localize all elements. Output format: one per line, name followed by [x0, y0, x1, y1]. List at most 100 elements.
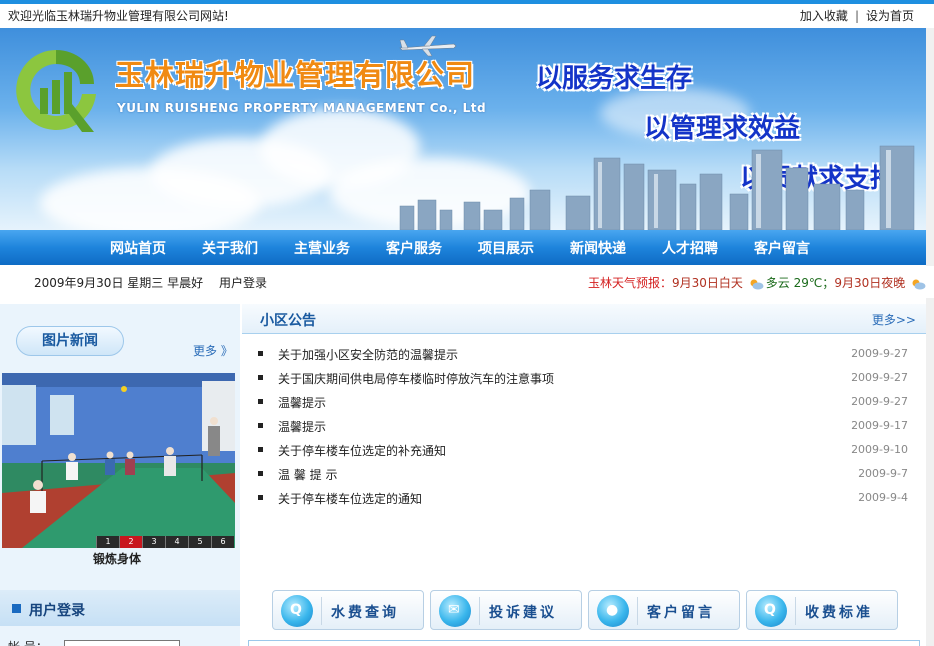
- city-skyline: [399, 145, 915, 230]
- water-bill-query-button[interactable]: Q 水费查询: [272, 590, 424, 630]
- weather-day: 9月30日白天: [672, 276, 743, 290]
- photo-pager: 1 2 3 4 5 6: [96, 536, 234, 548]
- top-bar: 欢迎光临玉林瑞升物业管理有限公司网站! 加入收藏 | 设为首页: [0, 4, 934, 26]
- square-bullet-icon: [12, 604, 21, 613]
- list-item[interactable]: 温馨提示 2009-9-27: [258, 392, 908, 412]
- notice-item-date: 2009-9-27: [851, 395, 908, 408]
- weather-label: 玉林天气预报：: [588, 276, 673, 290]
- nav-item-service[interactable]: 客户服务: [386, 238, 442, 258]
- weather-day-condition: 多云 29℃；: [765, 276, 835, 290]
- notice-item-date: 2009-9-10: [851, 443, 908, 456]
- notice-item-title[interactable]: 温馨提示: [278, 394, 326, 411]
- bullet-icon: [258, 495, 263, 500]
- bullet-icon: [258, 399, 263, 404]
- photo-caption[interactable]: 锻炼身体: [0, 550, 234, 567]
- header-banner: 玉林瑞升物业管理有限公司 YULIN RUISHENG PROPERTY MAN…: [0, 28, 926, 230]
- company-logo-icon: [16, 50, 97, 132]
- welcome-text: 欢迎光临玉林瑞升物业管理有限公司网站!: [8, 9, 229, 23]
- list-item[interactable]: 关于国庆期间供电局停车楼临时停放汽车的注意事项 2009-9-27: [258, 368, 908, 388]
- cloud: [40, 168, 260, 230]
- login-section-header: 用户登录: [0, 590, 240, 626]
- photo-page-1[interactable]: 1: [96, 536, 119, 548]
- notice-item-title[interactable]: 关于加强小区安全防范的温馨提示: [278, 346, 458, 363]
- bullet-icon: [258, 375, 263, 380]
- button-label: 水费查询: [331, 605, 399, 621]
- photo-page-6[interactable]: 6: [211, 536, 234, 548]
- bullet-icon: [258, 447, 263, 452]
- nav-item-guestbook[interactable]: 客户留言: [754, 238, 810, 258]
- notice-item-title[interactable]: 关于停车楼车位选定的通知: [278, 490, 422, 507]
- top-links: 加入收藏 | 设为首页: [800, 7, 914, 24]
- account-input[interactable]: [64, 640, 180, 646]
- nav-item-home[interactable]: 网站首页: [110, 238, 166, 258]
- notice-item-title[interactable]: 关于国庆期间供电局停车楼临时停放汽车的注意事项: [278, 370, 554, 387]
- photo-page-5[interactable]: 5: [188, 536, 211, 548]
- list-item[interactable]: 温 馨 提 示 2009-9-7: [258, 464, 908, 484]
- company-name-cn: 玉林瑞升物业管理有限公司: [115, 58, 476, 92]
- notice-header: 小区公告 更多>>: [242, 304, 926, 334]
- picture-news-photo[interactable]: [2, 373, 235, 548]
- notice-item-date: 2009-9-17: [851, 419, 908, 432]
- nav-item-business[interactable]: 主营业务: [294, 238, 350, 258]
- list-item[interactable]: 关于加强小区安全防范的温馨提示 2009-9-27: [258, 344, 908, 364]
- nav-item-jobs[interactable]: 人才招聘: [662, 238, 718, 258]
- weather-ticker: 玉林天气预报：9月30日白天 多云 29℃；9月30日夜晚: [588, 274, 928, 291]
- nav-item-about[interactable]: 关于我们: [202, 238, 258, 258]
- picture-news-more-link[interactable]: 更多 》: [193, 342, 233, 359]
- add-bookmark-link[interactable]: 加入收藏: [800, 9, 848, 23]
- fee-standard-icon: Q: [755, 595, 787, 627]
- notice-more-link[interactable]: 更多>>: [872, 311, 916, 328]
- list-item[interactable]: 关于停车楼车位选定的补充通知 2009-9-10: [258, 440, 908, 460]
- list-item[interactable]: 关于停车楼车位选定的通知 2009-9-4: [258, 488, 908, 508]
- next-section-border: [248, 640, 920, 646]
- link-separator: |: [854, 9, 859, 23]
- account-label: 帐 号：: [8, 638, 48, 646]
- user-login-link[interactable]: 用户登录: [219, 274, 267, 291]
- main-nav: 网站首页 关于我们 主营业务 客户服务 项目展示 新闻快递 人才招聘 客户留言: [0, 230, 926, 265]
- list-item[interactable]: 温馨提示 2009-9-17: [258, 416, 908, 436]
- complaint-mail-icon: ✉: [439, 595, 471, 627]
- left-sidebar: 图片新闻 更多 》 1 2 3 4 5 6 锻炼身体 用户登录: [0, 304, 240, 646]
- notice-item-date: 2009-9-4: [858, 491, 908, 504]
- customer-message-button[interactable]: ● 客户留言: [588, 590, 740, 630]
- gym-badminton-photo: [2, 373, 235, 548]
- customer-message-icon: ●: [597, 595, 629, 627]
- notice-item-date: 2009-9-27: [851, 371, 908, 384]
- button-divider: [321, 597, 322, 625]
- button-divider: [637, 597, 638, 625]
- button-label: 收费标准: [805, 605, 873, 621]
- company-name-en: YULIN RUISHENG PROPERTY MANAGEMENT Co., …: [117, 101, 487, 115]
- notice-item-date: 2009-9-7: [858, 467, 908, 480]
- info-bar: 2009年9月30日 星期三 早晨好 用户登录 玉林天气预报：9月30日白天 多…: [0, 266, 934, 298]
- photo-page-2[interactable]: 2: [119, 536, 142, 548]
- button-divider: [795, 597, 796, 625]
- nav-item-news[interactable]: 新闻快递: [570, 238, 626, 258]
- photo-page-4[interactable]: 4: [165, 536, 188, 548]
- bullet-icon: [258, 423, 263, 428]
- notice-item-title[interactable]: 温 馨 提 示: [278, 466, 337, 483]
- bullet-icon: [258, 351, 263, 356]
- picture-news-tab[interactable]: 图片新闻: [16, 326, 124, 356]
- nav-item-projects[interactable]: 项目展示: [478, 238, 534, 258]
- partly-cloudy-icon: [750, 279, 764, 289]
- notice-title: 小区公告: [260, 313, 316, 329]
- partly-cloudy-icon: [912, 279, 926, 289]
- slogan-1: 以服务求生存: [536, 64, 693, 94]
- current-date: 2009年9月30日 星期三 早晨好: [34, 276, 204, 290]
- notice-item-title[interactable]: 温馨提示: [278, 418, 326, 435]
- button-label: 客户留言: [647, 605, 715, 621]
- fee-standard-button[interactable]: Q 收费标准: [746, 590, 898, 630]
- complaint-suggestion-button[interactable]: ✉ 投诉建议: [430, 590, 582, 630]
- button-divider: [479, 597, 480, 625]
- set-homepage-link[interactable]: 设为首页: [866, 9, 914, 23]
- main-content: 小区公告 更多>> 关于加强小区安全防范的温馨提示 2009-9-27 关于国庆…: [242, 304, 926, 646]
- login-section-title: 用户登录: [29, 603, 85, 619]
- page-scroll-edge: [926, 28, 934, 646]
- airplane-icon: [399, 35, 457, 57]
- photo-page-3[interactable]: 3: [142, 536, 165, 548]
- button-label: 投诉建议: [489, 605, 557, 621]
- notice-item-title[interactable]: 关于停车楼车位选定的补充通知: [278, 442, 446, 459]
- weather-night: 9月30日夜晚: [834, 276, 906, 290]
- water-bill-icon: Q: [281, 595, 313, 627]
- bullet-icon: [258, 471, 263, 476]
